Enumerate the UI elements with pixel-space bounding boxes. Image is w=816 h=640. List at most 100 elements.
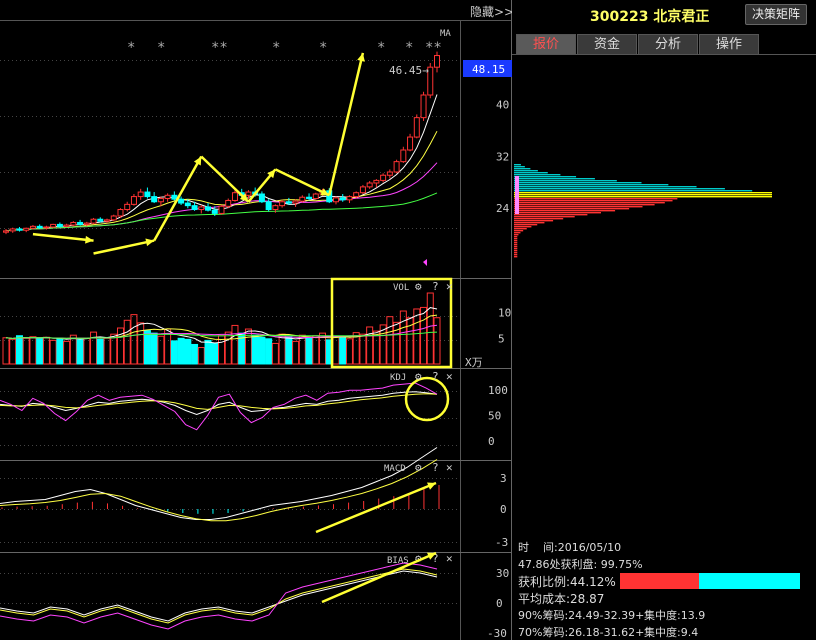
candle-body bbox=[279, 201, 286, 207]
volume-bar bbox=[265, 338, 273, 365]
ma10-line bbox=[5, 130, 438, 232]
cost-row bbox=[514, 206, 643, 208]
volume-bar bbox=[399, 310, 407, 365]
cost-row bbox=[514, 180, 617, 182]
volume-bar bbox=[191, 343, 199, 365]
cost-row-current bbox=[514, 196, 772, 198]
tab-analysis[interactable]: 分析 bbox=[638, 34, 698, 55]
cost-row bbox=[514, 174, 561, 176]
trend-arrow-line bbox=[32, 232, 94, 242]
cost-row bbox=[514, 164, 521, 166]
macd-tick-label: 0 bbox=[500, 503, 507, 516]
signal-star: * bbox=[157, 40, 165, 56]
volume-bar bbox=[103, 337, 111, 365]
candle-body bbox=[407, 136, 414, 151]
candle-body bbox=[9, 228, 16, 232]
candle-body bbox=[373, 179, 380, 184]
cost-row bbox=[514, 186, 697, 188]
candle-body bbox=[144, 191, 151, 198]
volume-bar bbox=[366, 326, 374, 365]
volume-bar bbox=[15, 335, 23, 365]
candle-body bbox=[434, 55, 440, 68]
cost-row bbox=[514, 222, 545, 224]
candle-body bbox=[36, 225, 43, 229]
candle-body bbox=[285, 201, 292, 204]
cost-row bbox=[514, 214, 588, 216]
kdj-label: KDJ bbox=[390, 373, 406, 383]
bias-tick-label: 0 bbox=[496, 597, 503, 610]
candle-body bbox=[104, 219, 111, 222]
chip-90-row: 90%筹码:24.49-32.39+ 集中度:13.9 bbox=[518, 607, 705, 623]
cost-row bbox=[514, 210, 616, 212]
volume-bar bbox=[258, 336, 266, 365]
volume-bar bbox=[413, 308, 421, 365]
candle-body bbox=[265, 201, 272, 211]
volume-bar bbox=[63, 340, 71, 365]
cost-row bbox=[514, 226, 532, 228]
candle-body bbox=[151, 196, 158, 203]
current-price-label: 48.15 bbox=[472, 63, 505, 76]
cost-row-current bbox=[514, 192, 772, 194]
cost-row bbox=[514, 228, 527, 230]
high-price-label: 46.45→ bbox=[389, 64, 429, 77]
volume-bar bbox=[22, 337, 30, 365]
candle-body bbox=[77, 221, 84, 225]
vol-gear-icon: ⚙ bbox=[415, 280, 422, 293]
hide-panel-link[interactable]: 隐藏>> bbox=[470, 3, 514, 20]
candle-body bbox=[29, 225, 36, 229]
signal-star: ** bbox=[425, 40, 442, 56]
candle-body bbox=[306, 196, 313, 200]
candle-body bbox=[245, 191, 252, 196]
tab-operation[interactable]: 操作 bbox=[699, 34, 759, 55]
volume-bar bbox=[137, 322, 145, 365]
cost-row bbox=[514, 216, 575, 218]
vol-label: VOL bbox=[393, 283, 409, 293]
cost-row bbox=[514, 254, 518, 256]
volume-bar bbox=[9, 338, 17, 365]
volume-bar bbox=[42, 336, 50, 365]
candle-body bbox=[110, 215, 117, 221]
volume-bar bbox=[224, 331, 232, 365]
candle-body bbox=[3, 230, 9, 233]
volume-bar bbox=[305, 337, 313, 365]
bias-trend-arrow-line bbox=[321, 551, 437, 604]
signal-star: * bbox=[319, 40, 327, 56]
profit-ratio: 获利比例:44.12% bbox=[518, 575, 616, 589]
volume-bar bbox=[386, 316, 394, 365]
chip-90-range: 90%筹码:24.49-32.39+ bbox=[518, 609, 645, 622]
candle-body bbox=[90, 218, 97, 224]
candle-body bbox=[292, 200, 299, 204]
volume-bar bbox=[83, 337, 91, 365]
tab-funds[interactable]: 资金 bbox=[577, 34, 637, 55]
volume-bar bbox=[49, 339, 57, 365]
volume-bar bbox=[420, 306, 428, 365]
cost-row bbox=[514, 220, 554, 222]
decision-matrix-button[interactable]: 决策矩阵 bbox=[745, 4, 807, 25]
chip-70-range: 70%筹码:26.18-31.62+ bbox=[518, 626, 645, 639]
volume-bar bbox=[345, 338, 353, 365]
kdj-close-icon: ✕ bbox=[446, 370, 453, 383]
candle-body bbox=[97, 218, 104, 222]
volume-bar bbox=[231, 324, 239, 365]
cost-row bbox=[514, 230, 524, 232]
volume-bar bbox=[2, 337, 10, 365]
marker-triangle bbox=[423, 259, 427, 266]
volume-bar bbox=[170, 340, 178, 365]
kline-chart-area[interactable]: MA* * ** * * * * **48.1540322446.45→VOL105X万KDJ… bbox=[0, 0, 512, 640]
bias-line-3 bbox=[0, 562, 438, 630]
candle-body bbox=[16, 228, 23, 231]
stock-title: 300223 北京君正 bbox=[590, 9, 710, 25]
tab-quote[interactable]: 报价 bbox=[516, 34, 576, 55]
kdj-tick-label: 50 bbox=[488, 410, 501, 423]
volume-bar bbox=[56, 337, 64, 365]
tab-divider bbox=[512, 54, 816, 55]
macd-label: MACD bbox=[384, 464, 406, 474]
candle-body bbox=[400, 149, 407, 163]
volume-bar bbox=[298, 334, 306, 365]
cost-row bbox=[514, 202, 665, 204]
volume-bar bbox=[69, 334, 77, 365]
cost-row bbox=[514, 170, 538, 172]
volume-bar bbox=[150, 332, 158, 365]
candle-body bbox=[178, 198, 185, 204]
candle-body bbox=[225, 199, 232, 207]
